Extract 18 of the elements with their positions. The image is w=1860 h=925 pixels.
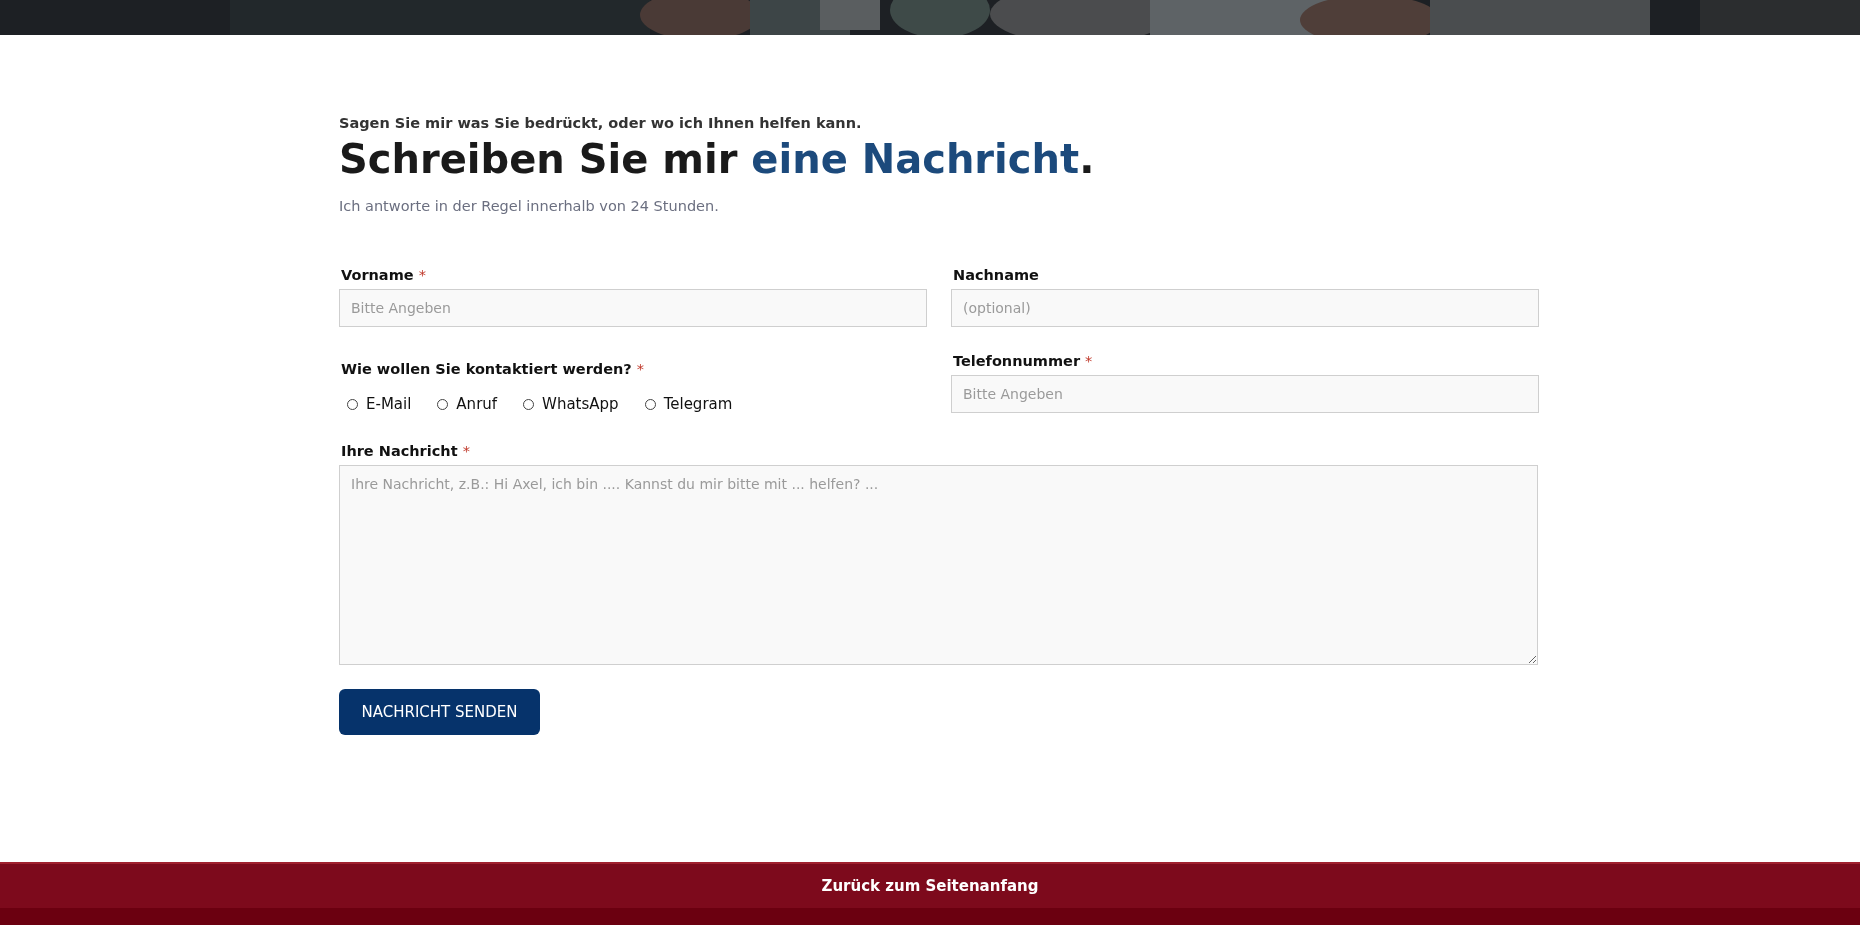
- back-to-top-link[interactable]: Zurück zum Seitenanfang: [821, 877, 1039, 895]
- first-name-field[interactable]: Bitte Angeben: [339, 289, 927, 327]
- phone-field[interactable]: Bitte Angeben: [951, 375, 1539, 413]
- subtitle-text: Ich antworte in der Regel innerhalb von 24 Stunden.: [339, 198, 719, 214]
- last-name-field[interactable]: (optional): [951, 289, 1539, 327]
- field-label: Wie wollen Sie kontaktiert werden? *: [341, 361, 645, 377]
- message-field[interactable]: Ihre Nachricht, z.B.: Hi Axel, ich bin .... Kannst du mir bitte mit ... helfen? ...: [339, 465, 1538, 665]
- send-button[interactable]: NACHRICHT SENDEN: [339, 689, 540, 735]
- radio-option[interactable]: WhatsApp: [523, 395, 619, 413]
- field-label: Nachname: [953, 267, 1039, 283]
- eyebrow-text: Sagen Sie mir was Sie bedrückt, oder wo ich Ihnen helfen kann.: [339, 115, 862, 131]
- heading: Schreiben Sie mir eine Nachricht.: [339, 136, 1095, 182]
- field-label: Telefonnummer *: [953, 353, 1093, 369]
- radio-option[interactable]: Telegram: [644, 395, 733, 413]
- radio-option[interactable]: E-Mail: [347, 395, 412, 413]
- field-label: Vorname *: [341, 267, 426, 283]
- field-label: Ihre Nachricht *: [341, 443, 470, 459]
- radio-option[interactable]: Anruf: [437, 395, 498, 413]
